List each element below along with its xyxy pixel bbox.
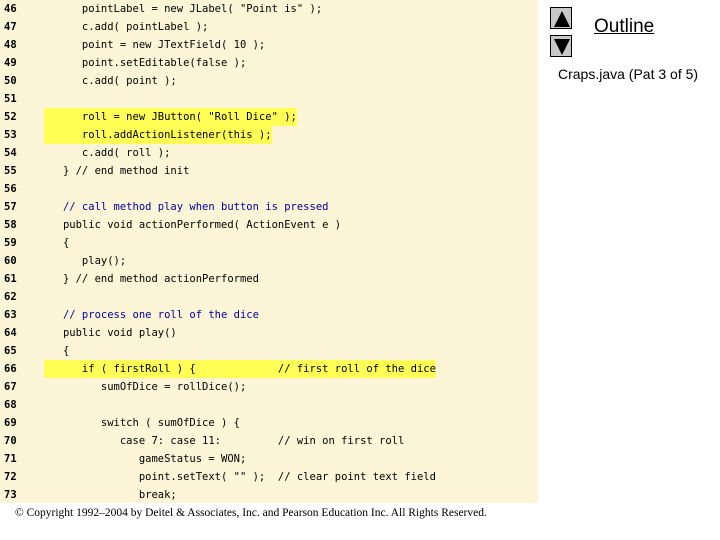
code-line: 62 — [0, 288, 538, 306]
code-line: 49 point.setEditable(false ); — [0, 54, 538, 72]
code-text: public void play() — [44, 327, 177, 339]
line-number: 64 — [4, 327, 17, 339]
line-number: 47 — [4, 21, 17, 33]
line-number: 68 — [4, 399, 17, 411]
code-text: { — [44, 237, 70, 249]
code-line: 55 } // end method init — [0, 162, 538, 180]
code-line: 64 public void play() — [0, 324, 538, 342]
code-line: 54 c.add( roll ); — [0, 144, 538, 162]
code-line: 70 case 7: case 11: // win on first roll — [0, 432, 538, 450]
triangle-up-icon — [554, 11, 570, 27]
line-number: 53 — [4, 129, 17, 141]
code-line: 63 // process one roll of the dice — [0, 306, 538, 324]
code-line: 65 { — [0, 342, 538, 360]
line-number: 62 — [4, 291, 17, 303]
line-number: 70 — [4, 435, 17, 447]
code-text: gameStatus = WON; — [44, 453, 247, 465]
code-text: c.add( roll ); — [44, 147, 171, 159]
line-number: 55 — [4, 165, 17, 177]
line-number: 66 — [4, 363, 17, 375]
code-line: 56 — [0, 180, 538, 198]
line-number: 59 — [4, 237, 17, 249]
line-number: 52 — [4, 111, 17, 123]
line-number: 65 — [4, 345, 17, 357]
code-line: 61 } // end method actionPerformed — [0, 270, 538, 288]
line-number: 67 — [4, 381, 17, 393]
code-text: roll = new JButton( "Roll Dice" ); — [44, 108, 297, 126]
code-line: 66 if ( firstRoll ) { // first roll of t… — [0, 360, 538, 378]
code-text: c.add( pointLabel ); — [44, 21, 209, 33]
line-number: 46 — [4, 3, 17, 15]
line-number: 73 — [4, 489, 17, 501]
line-number: 63 — [4, 309, 17, 321]
code-text: switch ( sumOfDice ) { — [44, 417, 240, 429]
code-line: 50 c.add( point ); — [0, 72, 538, 90]
outline-link[interactable]: Outline — [594, 16, 654, 38]
code-text: point = new JTextField( 10 ); — [44, 39, 266, 51]
code-text: point.setEditable(false ); — [44, 57, 247, 69]
line-number: 71 — [4, 453, 17, 465]
code-line: 57 // call method play when button is pr… — [0, 198, 538, 216]
copyright-footer: © Copyright 1992–2004 by Deitel & Associ… — [15, 507, 487, 519]
code-text: c.add( point ); — [44, 75, 177, 87]
code-line: 67 sumOfDice = rollDice(); — [0, 378, 538, 396]
code-line: 71 gameStatus = WON; — [0, 450, 538, 468]
code-line: 52 roll = new JButton( "Roll Dice" ); — [0, 108, 538, 126]
code-line: 51 — [0, 90, 538, 108]
code-text: case 7: case 11: // win on first roll — [44, 435, 405, 447]
code-line: 60 play(); — [0, 252, 538, 270]
next-slide-button[interactable] — [550, 35, 572, 57]
code-text: sumOfDice = rollDice(); — [44, 381, 247, 393]
line-number: 48 — [4, 39, 17, 51]
code-text: // call method play when button is press… — [44, 201, 329, 213]
slide-subtitle: Craps.java (Pat 3 of 5) — [558, 66, 699, 82]
code-line: 47 c.add( pointLabel ); — [0, 18, 538, 36]
code-line: 69 switch ( sumOfDice ) { — [0, 414, 538, 432]
code-line: 48 point = new JTextField( 10 ); — [0, 36, 538, 54]
code-text: pointLabel = new JLabel( "Point is" ); — [44, 3, 323, 15]
code-text: play(); — [44, 255, 127, 267]
line-number: 56 — [4, 183, 17, 195]
code-text: if ( firstRoll ) { // first roll of the … — [44, 360, 436, 378]
previous-slide-button[interactable] — [550, 7, 572, 29]
line-number: 61 — [4, 273, 17, 285]
code-text: // process one roll of the dice — [44, 309, 259, 321]
line-number: 58 — [4, 219, 17, 231]
line-number: 72 — [4, 471, 17, 483]
code-line: 58 public void actionPerformed( ActionEv… — [0, 216, 538, 234]
code-text: { — [44, 345, 70, 357]
code-listing: 46 pointLabel = new JLabel( "Point is" )… — [0, 0, 538, 503]
line-number: 50 — [4, 75, 17, 87]
code-text: } // end method init — [44, 165, 190, 177]
code-line: 46 pointLabel = new JLabel( "Point is" )… — [0, 0, 538, 18]
line-number: 57 — [4, 201, 17, 213]
line-number: 60 — [4, 255, 17, 267]
code-text: public void actionPerformed( ActionEvent… — [44, 219, 342, 231]
triangle-down-icon — [554, 39, 570, 55]
code-line: 73 break; — [0, 486, 538, 503]
code-text: point.setText( "" ); // clear point text… — [44, 471, 436, 483]
code-line: 72 point.setText( "" ); // clear point t… — [0, 468, 538, 486]
code-text: } // end method actionPerformed — [44, 273, 259, 285]
code-line: 53 roll.addActionListener(this ); — [0, 126, 538, 144]
code-text: break; — [44, 489, 177, 501]
line-number: 51 — [4, 93, 17, 105]
code-line: 59 { — [0, 234, 538, 252]
line-number: 69 — [4, 417, 17, 429]
line-number: 54 — [4, 147, 17, 159]
code-line: 68 — [0, 396, 538, 414]
line-number: 49 — [4, 57, 17, 69]
code-text: roll.addActionListener(this ); — [44, 126, 272, 144]
